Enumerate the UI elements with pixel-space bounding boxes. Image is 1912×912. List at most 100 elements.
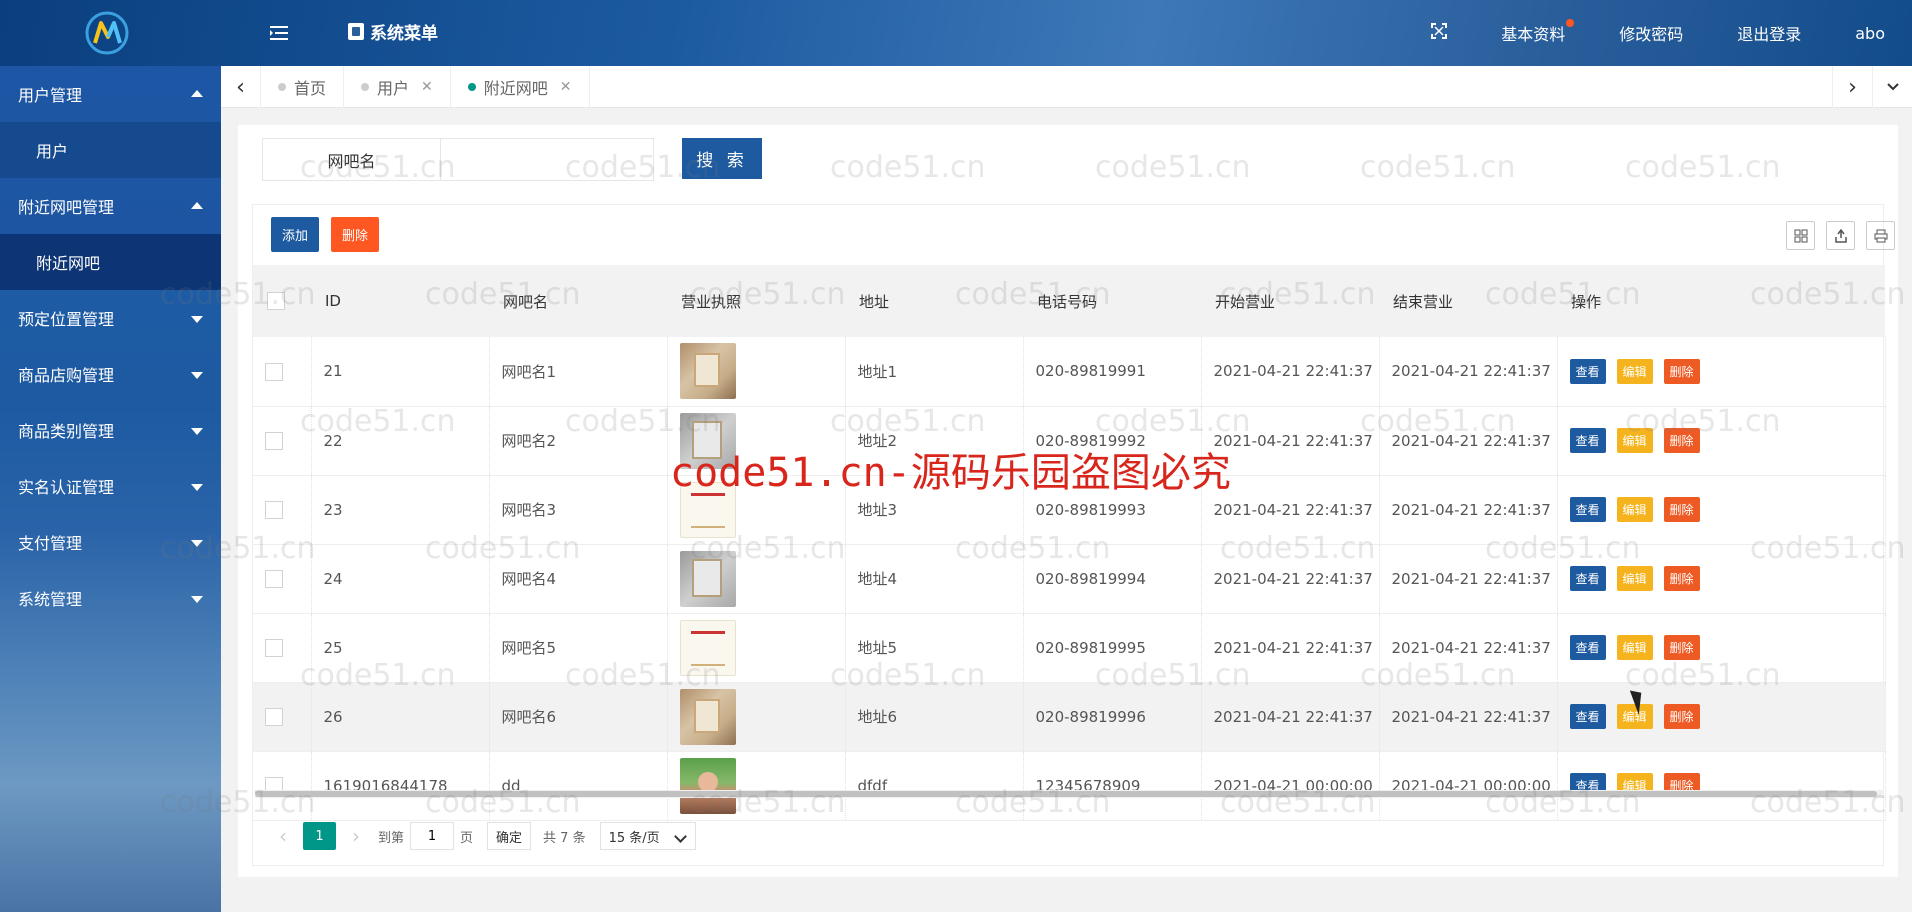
change-password-link[interactable]: 修改密码 bbox=[1592, 21, 1710, 45]
column-header-address: 地址 bbox=[845, 265, 1023, 337]
license-image[interactable] bbox=[679, 757, 736, 814]
export-icon[interactable] bbox=[1826, 221, 1855, 250]
tab-user[interactable]: 用户 ✕ bbox=[344, 66, 451, 108]
batch-delete-button[interactable]: 删除 bbox=[331, 217, 380, 252]
current-page[interactable]: 1 bbox=[303, 822, 336, 850]
row-checkbox[interactable] bbox=[265, 707, 283, 726]
column-label: 电话号码 bbox=[1037, 292, 1098, 311]
license-image[interactable] bbox=[679, 481, 736, 538]
sidebar-item-user[interactable]: 用户 bbox=[0, 122, 221, 178]
profile-link[interactable]: 基本资料 bbox=[1474, 19, 1592, 45]
edit-button[interactable]: 编辑 bbox=[1616, 566, 1653, 591]
fullscreen-button[interactable] bbox=[1404, 23, 1474, 43]
cell-phone: 020-89819995 bbox=[1023, 613, 1202, 683]
row-checkbox[interactable] bbox=[265, 362, 283, 381]
scrollbar-thumb[interactable] bbox=[255, 791, 1877, 797]
row-select-cell bbox=[253, 475, 312, 545]
column-header-phone: 电话号码 bbox=[1023, 265, 1201, 337]
column-label: 网吧名 bbox=[503, 292, 549, 311]
sidebar-group-realname[interactable]: 实名认证管理 bbox=[0, 458, 221, 514]
goto-confirm-button[interactable]: 确定 bbox=[487, 822, 532, 850]
select-all-checkbox[interactable] bbox=[267, 292, 285, 311]
page-size-select[interactable]: 15 条/页 bbox=[599, 822, 696, 850]
license-image[interactable] bbox=[679, 343, 736, 400]
top-header: 系统菜单 基本资料 修改密码 退出登录 abo bbox=[0, 0, 1912, 66]
view-button[interactable]: 查看 bbox=[1569, 566, 1606, 591]
tabs-scroll-left-icon[interactable]: ‹ bbox=[221, 66, 261, 108]
username[interactable]: abo bbox=[1828, 24, 1912, 43]
row-checkbox[interactable] bbox=[265, 431, 283, 450]
print-icon[interactable] bbox=[1866, 221, 1895, 250]
cell-name: dd bbox=[489, 751, 668, 821]
search-input[interactable] bbox=[442, 139, 653, 180]
prev-page-icon[interactable]: ‹ bbox=[267, 824, 299, 848]
cell-start: 2021-04-21 00:00:00 bbox=[1201, 751, 1380, 821]
table-row: 23 网吧名3 地址3 020-89819993 2021-04-21 22:41:37… bbox=[253, 475, 1886, 545]
sidebar-group-shop[interactable]: 商品店购管理 bbox=[0, 346, 221, 402]
view-button[interactable]: 查看 bbox=[1569, 428, 1606, 453]
cell-start: 2021-04-21 22:41:37 bbox=[1201, 337, 1380, 407]
close-icon[interactable]: ✕ bbox=[560, 79, 572, 95]
next-page-icon[interactable]: › bbox=[340, 824, 372, 848]
cell-address: 地址6 bbox=[845, 682, 1024, 752]
view-button[interactable]: 查看 bbox=[1569, 358, 1606, 384]
view-button[interactable]: 查看 bbox=[1569, 497, 1606, 522]
tab-dot bbox=[361, 83, 370, 91]
view-button[interactable]: 查看 bbox=[1569, 704, 1606, 729]
chevron-down-icon[interactable] bbox=[1872, 66, 1912, 108]
cell-address: 地址4 bbox=[845, 544, 1024, 614]
cell-end: 2021-04-21 22:41:37 bbox=[1379, 337, 1558, 407]
delete-button[interactable]: 删除 bbox=[1663, 497, 1700, 522]
edit-button[interactable]: 编辑 bbox=[1616, 635, 1653, 660]
license-image[interactable] bbox=[679, 412, 736, 469]
delete-button[interactable]: 删除 bbox=[1663, 428, 1700, 453]
delete-button[interactable]: 删除 bbox=[1663, 635, 1700, 660]
column-header-name: 网吧名 bbox=[489, 265, 667, 337]
search-button[interactable]: 搜 索 bbox=[682, 138, 762, 179]
tab-label: 附近网吧 bbox=[483, 79, 548, 98]
logout-link[interactable]: 退出登录 bbox=[1710, 21, 1828, 45]
license-image[interactable] bbox=[679, 619, 736, 676]
column-header-id[interactable]: ID bbox=[311, 265, 489, 337]
close-icon[interactable]: ✕ bbox=[421, 79, 433, 95]
logout-label: 退出登录 bbox=[1737, 25, 1802, 44]
goto-suffix: 页 bbox=[460, 830, 474, 846]
sidebar-item-nearby-netcafe[interactable]: 附近网吧 bbox=[0, 234, 221, 290]
cell-phone: 020-89819994 bbox=[1023, 544, 1202, 614]
sidebar-group-user-management[interactable]: 用户管理 bbox=[0, 66, 221, 122]
row-select-cell bbox=[253, 613, 312, 683]
sidebar-group-netcafe-management[interactable]: 附近网吧管理 bbox=[0, 178, 221, 234]
row-checkbox[interactable] bbox=[265, 569, 283, 588]
sidebar-group-reservation[interactable]: 预定位置管理 bbox=[0, 290, 221, 346]
license-image[interactable] bbox=[679, 688, 736, 745]
cell-actions: 查看 编辑 删除 bbox=[1557, 406, 1886, 476]
sidebar-group-label: 商品店购管理 bbox=[18, 366, 115, 385]
view-button[interactable]: 查看 bbox=[1569, 635, 1606, 660]
license-image[interactable] bbox=[679, 550, 736, 607]
sidebar-group-payment[interactable]: 支付管理 bbox=[0, 514, 221, 570]
menu-toggle-icon[interactable] bbox=[266, 20, 292, 46]
columns-filter-icon[interactable] bbox=[1786, 221, 1815, 250]
cell-address: dfdf bbox=[845, 751, 1024, 821]
tab-home[interactable]: 首页 bbox=[261, 66, 345, 108]
edit-button[interactable]: 编辑 bbox=[1616, 358, 1653, 384]
edit-button[interactable]: 编辑 bbox=[1616, 497, 1653, 522]
tab-nearby-netcafe[interactable]: 附近网吧 ✕ bbox=[451, 66, 590, 108]
cell-phone: 12345678909 bbox=[1023, 751, 1202, 821]
app-logo[interactable] bbox=[84, 10, 130, 56]
sidebar-group-label: 用户管理 bbox=[18, 86, 83, 105]
horizontal-scrollbar[interactable] bbox=[255, 790, 1883, 798]
delete-button[interactable]: 删除 bbox=[1663, 566, 1700, 591]
goto-page-input[interactable] bbox=[410, 822, 455, 850]
cell-end: 2021-04-21 22:41:37 bbox=[1379, 475, 1558, 545]
delete-button[interactable]: 删除 bbox=[1663, 704, 1700, 729]
tabs-scroll-right-icon[interactable]: › bbox=[1832, 66, 1872, 108]
sidebar-group-system[interactable]: 系统管理 bbox=[0, 570, 221, 626]
add-button[interactable]: 添加 bbox=[271, 217, 320, 252]
table-row: 1619016844178 dd dfdf 12345678909 2021-04-21… bbox=[253, 751, 1886, 821]
row-checkbox[interactable] bbox=[265, 638, 283, 657]
sidebar-group-category[interactable]: 商品类别管理 bbox=[0, 402, 221, 458]
row-checkbox[interactable] bbox=[265, 500, 283, 519]
delete-button[interactable]: 删除 bbox=[1663, 358, 1700, 384]
edit-button[interactable]: 编辑 bbox=[1616, 428, 1653, 453]
